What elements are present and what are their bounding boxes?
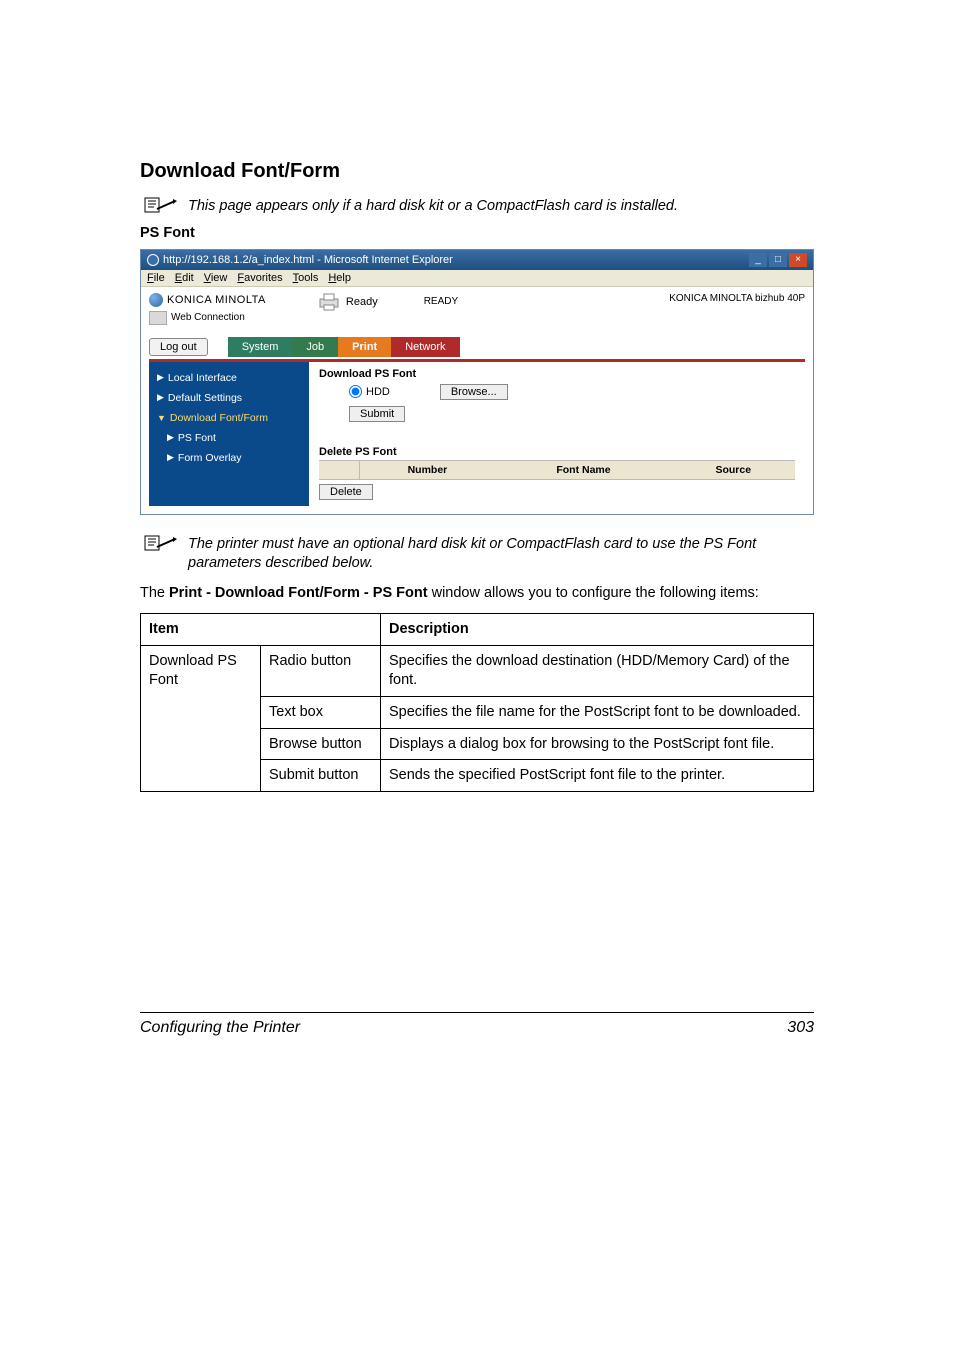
window-controls: _ □ × — [749, 253, 807, 267]
sub-heading-psfont: PS Font — [140, 225, 814, 241]
close-icon: × — [789, 253, 807, 267]
col-fontname: Font Name — [495, 460, 671, 479]
main-tabs: System Job Print Network — [228, 337, 460, 357]
menu-edit[interactable]: Edit — [175, 272, 194, 284]
sidebar-item-psfont[interactable]: ▶PS Font — [149, 428, 309, 448]
intro-paragraph: The Print - Download Font/Form - PS Font… — [140, 584, 814, 604]
hdd-radio[interactable] — [349, 385, 362, 398]
tab-job[interactable]: Job — [292, 337, 338, 357]
intro-suffix: window allows you to configure the follo… — [428, 585, 759, 601]
brand-webconnection: Web Connection — [171, 312, 245, 323]
note-icon — [144, 195, 178, 215]
tab-print[interactable]: Print — [338, 337, 391, 357]
delete-button[interactable]: Delete — [319, 484, 373, 500]
col-source: Source — [672, 460, 795, 479]
brand-name: KONICA MINOLTA — [167, 294, 266, 306]
browser-menubar: File Edit View Favorites Tools Help — [141, 270, 813, 287]
th-item: Item — [141, 614, 381, 646]
brand-logo-icon — [149, 293, 163, 307]
section-title: Download Font/Form — [140, 160, 814, 183]
sidebar-item-overlay[interactable]: ▶Form Overlay — [149, 448, 309, 468]
cell-radio-desc: Specifies the download destination (HDD/… — [381, 646, 814, 697]
col-blank — [319, 460, 359, 479]
sidebar-item-label: PS Font — [178, 432, 216, 444]
note-2: The printer must have an optional hard d… — [140, 533, 814, 574]
tab-network[interactable]: Network — [391, 337, 459, 357]
sidebar: ▶Local Interface ▶Default Settings ▼Down… — [149, 362, 309, 506]
sidebar-item-label: Form Overlay — [178, 452, 242, 464]
intro-prefix: The — [140, 585, 169, 601]
pagescope-icon — [149, 311, 167, 325]
sidebar-item-download[interactable]: ▼Download Font/Form — [149, 408, 309, 428]
delete-table: Number Font Name Source — [319, 460, 795, 480]
browser-window: http://192.168.1.2/a_index.html - Micros… — [140, 249, 814, 515]
ready-label: Ready — [346, 296, 378, 308]
browser-titlebar: http://192.168.1.2/a_index.html - Micros… — [141, 250, 813, 270]
maximize-icon: □ — [769, 253, 787, 267]
tab-system[interactable]: System — [228, 337, 293, 357]
sidebar-item-defaults[interactable]: ▶Default Settings — [149, 388, 309, 408]
cell-browse-desc: Displays a dialog box for browsing to th… — [381, 728, 814, 760]
hdd-radio-row[interactable]: HDD — [349, 385, 390, 398]
note-1: This page appears only if a hard disk ki… — [140, 195, 814, 217]
browser-title: http://192.168.1.2/a_index.html - Micros… — [163, 254, 453, 266]
col-number: Number — [359, 460, 495, 479]
menu-help[interactable]: Help — [328, 272, 351, 284]
page-footer: Configuring the Printer 303 — [140, 1012, 814, 1037]
cell-submit-desc: Sends the specified PostScript font file… — [381, 760, 814, 792]
menu-favorites[interactable]: Favorites — [237, 272, 282, 284]
cell-text-desc: Specifies the file name for the PostScri… — [381, 696, 814, 728]
sidebar-item-local[interactable]: ▶Local Interface — [149, 368, 309, 388]
panel-title-delete: Delete PS Font — [319, 446, 795, 458]
brand-block: KONICA MINOLTA Web Connection — [149, 293, 266, 325]
footer-title: Configuring the Printer — [140, 1019, 300, 1037]
page-number: 303 — [787, 1019, 814, 1037]
intro-bold: Print - Download Font/Form - PS Font — [169, 585, 428, 601]
browse-button[interactable]: Browse... — [440, 384, 508, 400]
panel-title-download: Download PS Font — [319, 368, 795, 380]
menu-tools[interactable]: Tools — [293, 272, 319, 284]
ie-icon — [147, 254, 159, 266]
note-2-text: The printer must have an optional hard d… — [188, 533, 814, 574]
submit-button[interactable]: Submit — [349, 406, 405, 422]
cell-browse-button: Browse button — [261, 728, 381, 760]
menu-file[interactable]: File — [147, 272, 165, 284]
printer-icon — [318, 293, 340, 311]
device-name: KONICA MINOLTA bizhub 40P — [669, 293, 805, 304]
properties-table: Item Description Download PS Font Radio … — [140, 613, 814, 792]
cell-text-box: Text box — [261, 696, 381, 728]
menu-view[interactable]: View — [204, 272, 228, 284]
cell-download-ps-font: Download PS Font — [141, 646, 261, 792]
cell-radio-button: Radio button — [261, 646, 381, 697]
note-icon — [144, 533, 178, 553]
sidebar-item-label: Download Font/Form — [170, 412, 268, 424]
ready-status: READY — [424, 296, 458, 307]
minimize-icon: _ — [749, 253, 767, 267]
cell-submit-button: Submit button — [261, 760, 381, 792]
note-1-text: This page appears only if a hard disk ki… — [188, 195, 678, 217]
sidebar-item-label: Default Settings — [168, 392, 242, 404]
main-panel: Download PS Font HDD Browse... Submit De… — [309, 362, 805, 506]
sidebar-item-label: Local Interface — [168, 372, 237, 384]
th-description: Description — [381, 614, 814, 646]
logout-button[interactable]: Log out — [149, 338, 208, 356]
hdd-label: HDD — [366, 386, 390, 398]
